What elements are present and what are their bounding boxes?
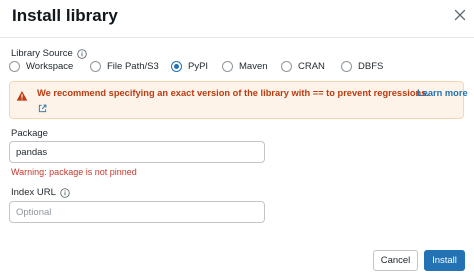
radio-circle[interactable] (341, 61, 352, 72)
radio-label: CRAN (298, 61, 325, 72)
external-link-icon[interactable] (38, 104, 47, 113)
radio-circle[interactable] (9, 61, 20, 72)
radio-circle[interactable] (281, 61, 292, 72)
index-url-label: Index URL (11, 187, 56, 198)
radio-circle-selected[interactable] (171, 61, 182, 72)
index-url-input[interactable] (9, 201, 265, 223)
radio-workspace[interactable]: Workspace (9, 61, 73, 72)
alert-message: We recommend specifying an exact version… (37, 88, 429, 98)
radio-dbfs[interactable]: DBFS (341, 61, 383, 72)
package-label: Package (11, 128, 48, 139)
library-source-radio-group: Workspace File Path/S3 PyPI Maven CRAN D… (9, 61, 409, 77)
library-source-label-row: Library Source (11, 48, 87, 59)
radio-label: DBFS (358, 61, 384, 72)
package-warning-text: Warning: package is not pinned (11, 167, 137, 177)
radio-cran[interactable]: CRAN (281, 61, 325, 72)
version-warning-alert: We recommend specifying an exact version… (9, 81, 468, 119)
radio-circle[interactable] (90, 61, 101, 72)
radio-label: Workspace (26, 61, 74, 72)
library-source-label: Library Source (11, 48, 73, 59)
info-icon[interactable] (77, 48, 87, 59)
radio-pypi[interactable]: PyPI (171, 61, 208, 72)
radio-label: File Path/S3 (107, 61, 159, 72)
install-button[interactable]: Install (424, 250, 465, 271)
radio-label: PyPI (188, 61, 209, 72)
cancel-button[interactable]: Cancel (373, 250, 418, 271)
header-divider (0, 37, 474, 38)
info-icon[interactable] (60, 187, 70, 198)
radio-circle[interactable] (222, 61, 233, 72)
learn-more-link[interactable]: Learn more (417, 88, 468, 98)
index-url-label-row: Index URL (11, 187, 70, 198)
radio-maven[interactable]: Maven (222, 61, 268, 72)
close-icon[interactable] (452, 7, 468, 23)
warning-icon (16, 91, 28, 101)
dialog-title: Install library (12, 6, 118, 25)
radio-label: Maven (239, 61, 268, 72)
radio-file-path-s3[interactable]: File Path/S3 (90, 61, 159, 72)
package-input[interactable] (9, 141, 265, 163)
